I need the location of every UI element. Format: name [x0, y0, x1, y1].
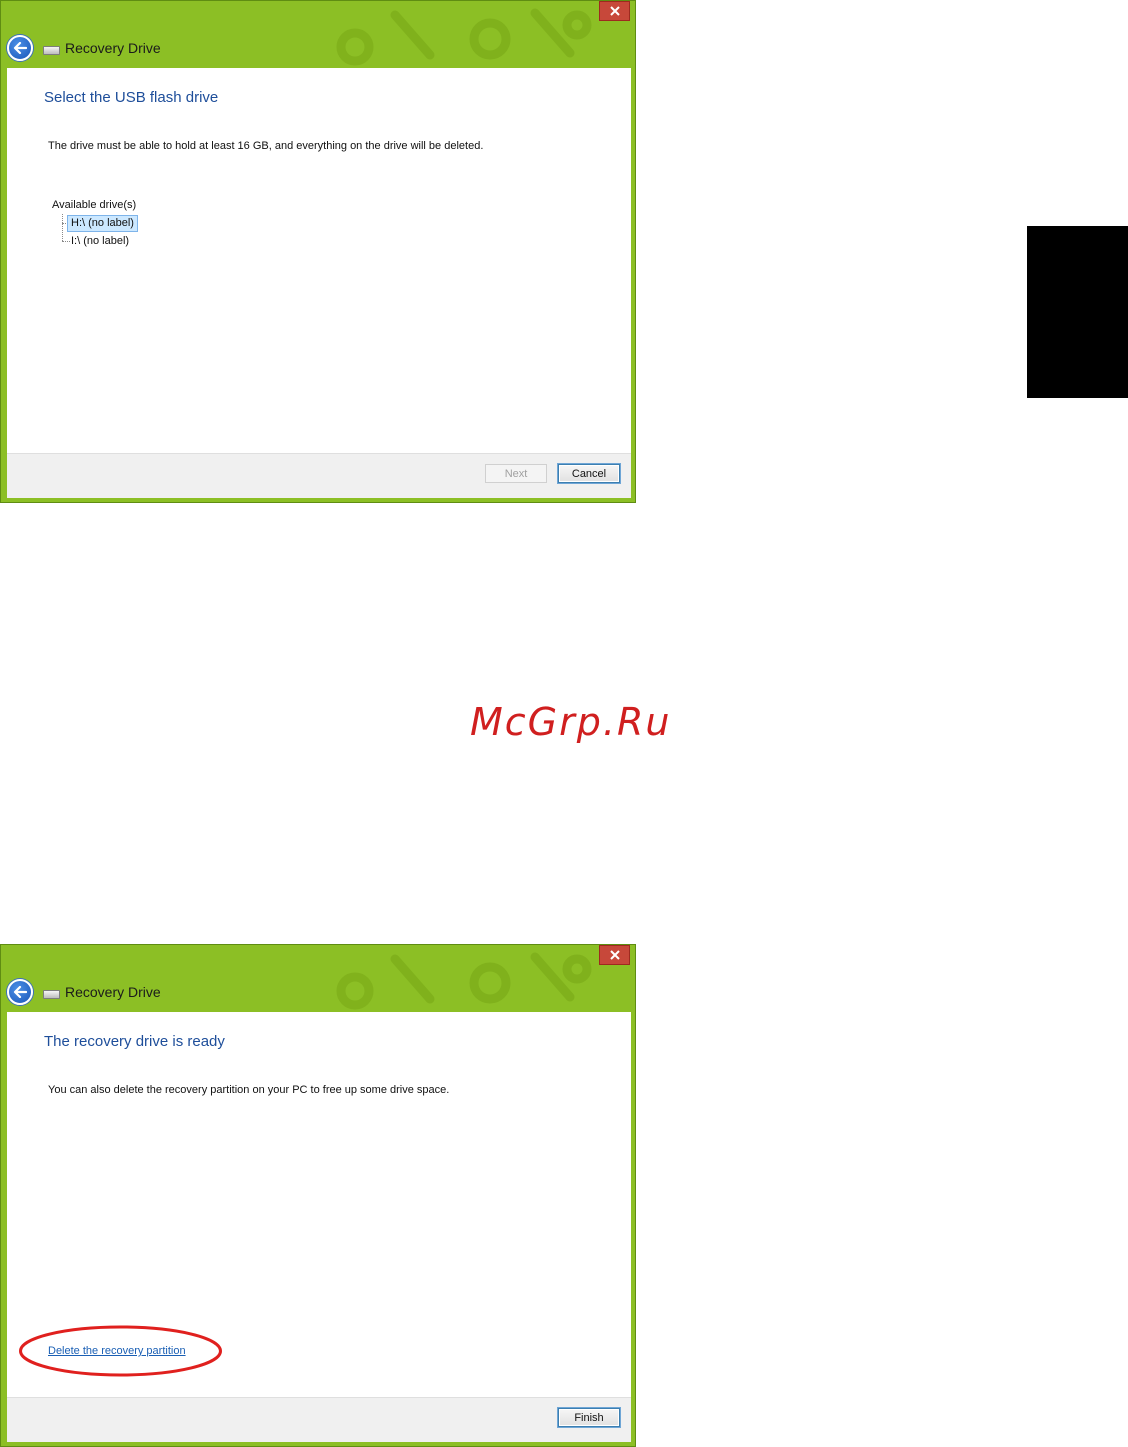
watermark: McGrp.Ru [470, 700, 672, 744]
side-tab-marker [1027, 226, 1128, 398]
title-bar: Recovery Drive [7, 979, 161, 1005]
close-button[interactable] [599, 945, 630, 965]
title-bar: Recovery Drive [7, 35, 161, 61]
finish-button[interactable]: Finish [558, 1408, 620, 1427]
drive-icon [43, 45, 60, 55]
tree-connector [62, 214, 63, 241]
drive-item-h[interactable]: H:\ (no label) [67, 215, 138, 232]
delete-recovery-partition-link[interactable]: Delete the recovery partition [48, 1345, 186, 1357]
close-button[interactable] [599, 1, 630, 21]
recovery-drive-window-ready: Recovery Drive The recovery drive is rea… [0, 944, 636, 1447]
window-title: Recovery Drive [65, 40, 161, 56]
back-button[interactable] [7, 979, 33, 1005]
drive-icon [43, 989, 60, 999]
close-icon [609, 950, 620, 960]
wizard-content: Select the USB flash drive The drive mus… [7, 68, 631, 498]
back-arrow-icon [13, 42, 27, 54]
cancel-button[interactable]: Cancel [558, 464, 620, 483]
wizard-content: The recovery drive is ready You can also… [7, 1012, 631, 1442]
available-drives-label: Available drive(s) [52, 199, 137, 211]
wizard-footer: Finish [7, 1397, 631, 1442]
page-heading: Select the USB flash drive [44, 89, 219, 106]
background-tools-decoration [336, 8, 592, 66]
wizard-footer: Next Cancel [7, 453, 631, 498]
page-description: You can also delete the recovery partiti… [48, 1084, 450, 1096]
back-button[interactable] [7, 35, 33, 61]
close-icon [609, 6, 620, 16]
page-heading: The recovery drive is ready [44, 1033, 225, 1050]
page-description: The drive must be able to hold at least … [48, 140, 484, 152]
background-tools-decoration [336, 952, 592, 1010]
next-button[interactable]: Next [485, 464, 547, 483]
back-arrow-icon [13, 986, 27, 998]
window-title: Recovery Drive [65, 984, 161, 1000]
recovery-drive-window-select: Recovery Drive Select the USB flash driv… [0, 0, 636, 503]
drive-item-i[interactable]: I:\ (no label) [68, 234, 132, 249]
